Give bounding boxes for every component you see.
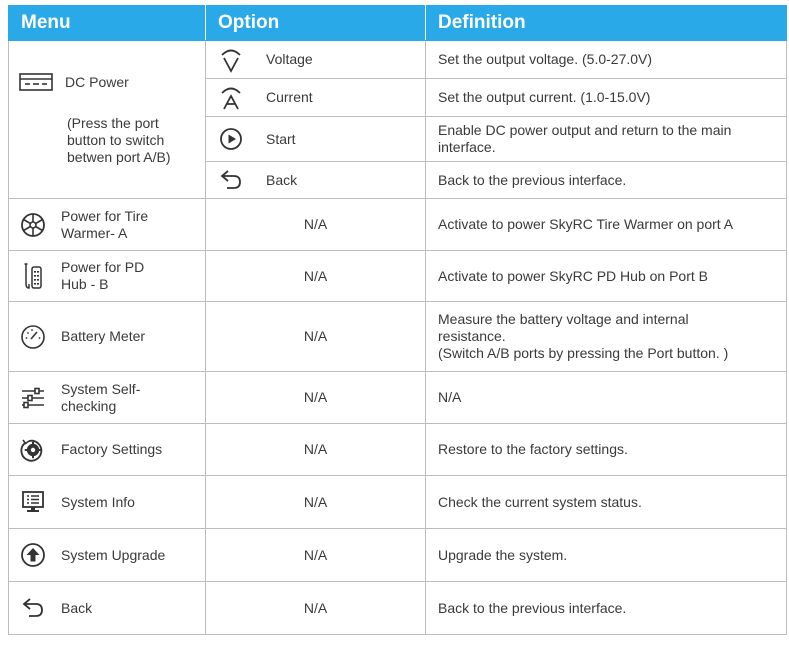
- back-definition: Back to the previous interface.: [438, 171, 627, 188]
- table-row: Battery Meter N/A Measure the battery vo…: [8, 301, 787, 372]
- upgrade-icon: [19, 541, 47, 569]
- table-row: Power for PD Hub - B N/A Activate to pow…: [8, 250, 787, 302]
- dc-power-label: DC Power: [65, 73, 129, 90]
- table-row: System Info N/A Check the current system…: [8, 475, 787, 529]
- menu-cell: Back: [8, 581, 206, 635]
- definition-text: N/A: [438, 389, 462, 405]
- voltage-label: Voltage: [266, 51, 313, 67]
- sliders-icon: [19, 384, 47, 412]
- option-cell: Start: [205, 116, 426, 162]
- option-cell: Voltage: [205, 40, 426, 79]
- option-cell: Current: [205, 78, 426, 117]
- pd-hub-icon: [19, 262, 47, 290]
- definition-cell: Upgrade the system.: [425, 528, 787, 582]
- definition-text: Upgrade the system.: [438, 546, 568, 563]
- option-cell: N/A: [205, 581, 426, 635]
- menu-cell: System Info: [8, 475, 206, 529]
- menu-table: Menu Option Definition DC Power (Press t…: [8, 5, 787, 635]
- dc-power-icon: [19, 73, 53, 91]
- menu-cell: Power for PD Hub - B: [8, 250, 206, 302]
- menu-label: Power for Tire Warmer- A: [61, 207, 149, 241]
- current-icon: [218, 85, 244, 111]
- menu-label: Power for PD Hub - B: [61, 259, 145, 292]
- header-option: Option: [205, 5, 426, 41]
- menu-cell: Battery Meter: [8, 301, 206, 372]
- definition-cell: Back to the previous interface.: [425, 581, 787, 635]
- menu-label: System Upgrade: [61, 546, 166, 563]
- tire-warmer-icon: [19, 211, 47, 239]
- definition-text: Measure the battery voltage and internal…: [438, 311, 729, 361]
- definition-cell: Set the output current. (1.0-15.0V): [425, 78, 787, 117]
- menu-cell: System Self- checking: [8, 371, 206, 424]
- definition-cell: N/A: [425, 371, 787, 424]
- voltage-icon: [218, 47, 244, 73]
- table-header-row: Menu Option Definition: [8, 5, 787, 41]
- current-label: Current: [266, 89, 313, 105]
- definition-cell: Back to the previous interface.: [425, 161, 787, 199]
- back-label: Back: [266, 171, 298, 188]
- option-cell: N/A: [205, 301, 426, 372]
- table-row: DC Power (Press the port button to switc…: [8, 40, 787, 199]
- definition-text: Restore to the factory settings.: [438, 441, 628, 457]
- start-definition: Enable DC power output and return to the…: [438, 122, 732, 155]
- table-row: System Self- checking N/A N/A: [8, 371, 787, 424]
- menu-label: Factory Settings: [61, 441, 163, 457]
- header-definition: Definition: [425, 5, 787, 41]
- option-cell: Back: [205, 161, 426, 199]
- header-menu: Menu: [8, 5, 206, 41]
- table-row: Power for Tire Warmer- A N/A Activate to…: [8, 198, 787, 251]
- menu-cell: System Upgrade: [8, 528, 206, 582]
- definition-cell: Enable DC power output and return to the…: [425, 116, 787, 162]
- definition-cell: Check the current system status.: [425, 475, 787, 529]
- definition-cell: Restore to the factory settings.: [425, 423, 787, 476]
- definition-text: Activate to power SkyRC PD Hub on Port B: [438, 267, 708, 284]
- factory-settings-icon: [19, 436, 47, 464]
- menu-cell: Factory Settings: [8, 423, 206, 476]
- definition-text: Activate to power SkyRC Tire Warmer on p…: [438, 216, 734, 232]
- definition-cell: Set the output voltage. (5.0-27.0V): [425, 40, 787, 79]
- start-label: Start: [266, 130, 296, 147]
- menu-label: System Self- checking: [61, 380, 141, 414]
- back-icon: [19, 594, 47, 622]
- option-cell: N/A: [205, 371, 426, 424]
- menu-label: System Info: [61, 493, 135, 510]
- table-row: Back N/A Back to the previous interface.: [8, 581, 787, 635]
- definition-cell: Activate to power SkyRC PD Hub on Port B: [425, 250, 787, 302]
- option-cell: N/A: [205, 475, 426, 529]
- definition-cell: Measure the battery voltage and internal…: [425, 301, 787, 372]
- table-row: System Upgrade N/A Upgrade the system.: [8, 528, 787, 582]
- table-row: Factory Settings N/A Restore to the fact…: [8, 423, 787, 476]
- battery-meter-icon: [19, 323, 47, 351]
- definition-cell: Activate to power SkyRC Tire Warmer on p…: [425, 198, 787, 251]
- monitor-icon: [19, 488, 47, 516]
- back-icon: [218, 167, 244, 193]
- menu-cell: Power for Tire Warmer- A: [8, 198, 206, 251]
- page: Menu Option Definition DC Power (Press t…: [0, 0, 789, 671]
- menu-label: Back: [61, 599, 93, 616]
- definition-text: Check the current system status.: [438, 493, 642, 510]
- current-definition: Set the output current. (1.0-15.0V): [438, 89, 651, 105]
- voltage-definition: Set the output voltage. (5.0-27.0V): [438, 51, 653, 67]
- dc-power-cell: DC Power (Press the port button to switc…: [8, 40, 206, 199]
- option-cell: N/A: [205, 423, 426, 476]
- option-cell: N/A: [205, 250, 426, 302]
- option-cell: N/A: [205, 528, 426, 582]
- definition-text: Back to the previous interface.: [438, 599, 627, 616]
- option-cell: N/A: [205, 198, 426, 251]
- menu-label: Battery Meter: [61, 328, 146, 344]
- dc-power-note: (Press the port button to switch betwen …: [67, 115, 171, 165]
- start-icon: [218, 126, 244, 152]
